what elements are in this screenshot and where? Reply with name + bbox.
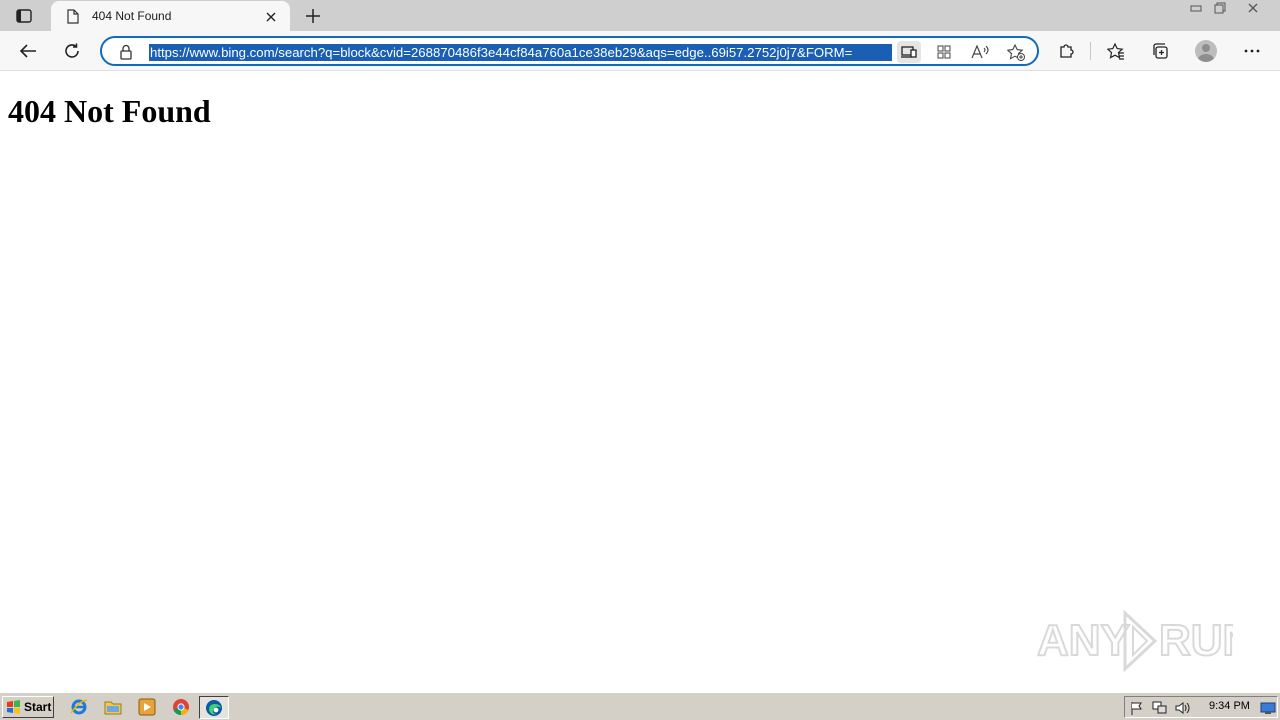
read-aloud-button[interactable] [968, 41, 992, 63]
add-favorite-icon [1007, 43, 1025, 61]
read-aloud-icon [971, 45, 989, 59]
toolbar-divider [1090, 42, 1091, 60]
volume-icon [1175, 702, 1190, 714]
refresh-icon [65, 43, 79, 58]
restore-icon [1214, 2, 1226, 14]
media-player-icon [138, 698, 156, 716]
taskbar-media-player[interactable] [137, 697, 157, 717]
address-bar[interactable]: https://www.bing.com/search?q=block&cvid… [100, 36, 1039, 66]
watermark-text-any: ANY [1037, 616, 1130, 665]
page-heading: 404 Not Found [8, 93, 211, 129]
tab-close-button[interactable] [263, 9, 279, 25]
flag-icon [1131, 702, 1142, 715]
edge-icon [206, 699, 222, 716]
new-tab-button[interactable] [302, 5, 324, 27]
internet-explorer-icon [70, 699, 88, 715]
add-favorite-button[interactable] [1004, 41, 1028, 63]
page-content: 404 Not Found ANY RUN [0, 72, 1280, 692]
minimize-icon [1190, 5, 1202, 12]
taskbar-chrome[interactable] [171, 697, 191, 717]
more-icon [1244, 49, 1260, 53]
tab-active[interactable]: 404 Not Found [51, 1, 290, 32]
collections-button[interactable] [1146, 38, 1174, 64]
browser-window: 404 Not Found https://www.bing.com/searc… [0, 0, 1280, 692]
more-button[interactable] [1238, 38, 1266, 64]
favorites-icon [1107, 42, 1124, 60]
chrome-icon [173, 699, 189, 716]
profile-icon [1195, 40, 1217, 62]
lock-icon[interactable] [119, 44, 133, 60]
tab-strip: 404 Not Found [0, 0, 1280, 32]
minimize-button[interactable] [1185, 1, 1207, 15]
browser-toolbar: https://www.bing.com/search?q=block&cvid… [0, 31, 1280, 71]
favorites-button[interactable] [1102, 38, 1130, 64]
tray-network[interactable] [1152, 700, 1168, 716]
restore-button[interactable] [1209, 1, 1231, 15]
anyrun-watermark-logo: ANY RUN [1037, 609, 1233, 673]
watermark-text-run: RUN [1159, 616, 1233, 665]
collections-icon [1153, 43, 1168, 59]
tab-actions-icon [16, 9, 32, 23]
start-button[interactable]: Start [2, 696, 54, 718]
clock: 9:34 PM [1209, 700, 1250, 712]
app-available-button[interactable] [897, 41, 921, 63]
show-desktop-button[interactable] [1260, 700, 1276, 716]
start-label: Start [24, 700, 52, 714]
extensions-button[interactable] [1053, 38, 1081, 64]
profile-button[interactable] [1192, 38, 1220, 64]
back-icon [19, 44, 36, 58]
app-available-icon [901, 46, 917, 58]
windows-logo-icon [7, 700, 20, 714]
tray-volume[interactable] [1175, 700, 1191, 716]
plus-icon [306, 9, 320, 23]
desktop-icon [1260, 702, 1276, 714]
taskbar: Start 9:34 PM [0, 692, 1280, 720]
tray-action-center[interactable] [1129, 700, 1145, 716]
close-window-button[interactable] [1242, 1, 1264, 15]
grid-icon [937, 45, 951, 59]
tab-title: 404 Not Found [92, 9, 172, 23]
taskbar-edge[interactable] [199, 696, 229, 719]
tab-actions-button[interactable] [12, 6, 36, 26]
refresh-button[interactable] [58, 38, 86, 64]
grid-button[interactable] [932, 41, 956, 63]
close-icon [266, 12, 276, 22]
url-text[interactable]: https://www.bing.com/search?q=block&cvid… [149, 44, 892, 61]
taskbar-file-explorer[interactable] [103, 697, 123, 717]
extensions-icon [1060, 44, 1074, 58]
folder-icon [104, 701, 122, 715]
system-tray: 9:34 PM [1124, 696, 1278, 718]
taskbar-internet-explorer[interactable] [69, 697, 89, 717]
page-icon [67, 9, 79, 24]
network-icon [1152, 701, 1167, 714]
close-icon [1248, 3, 1258, 13]
back-button[interactable] [14, 38, 42, 64]
